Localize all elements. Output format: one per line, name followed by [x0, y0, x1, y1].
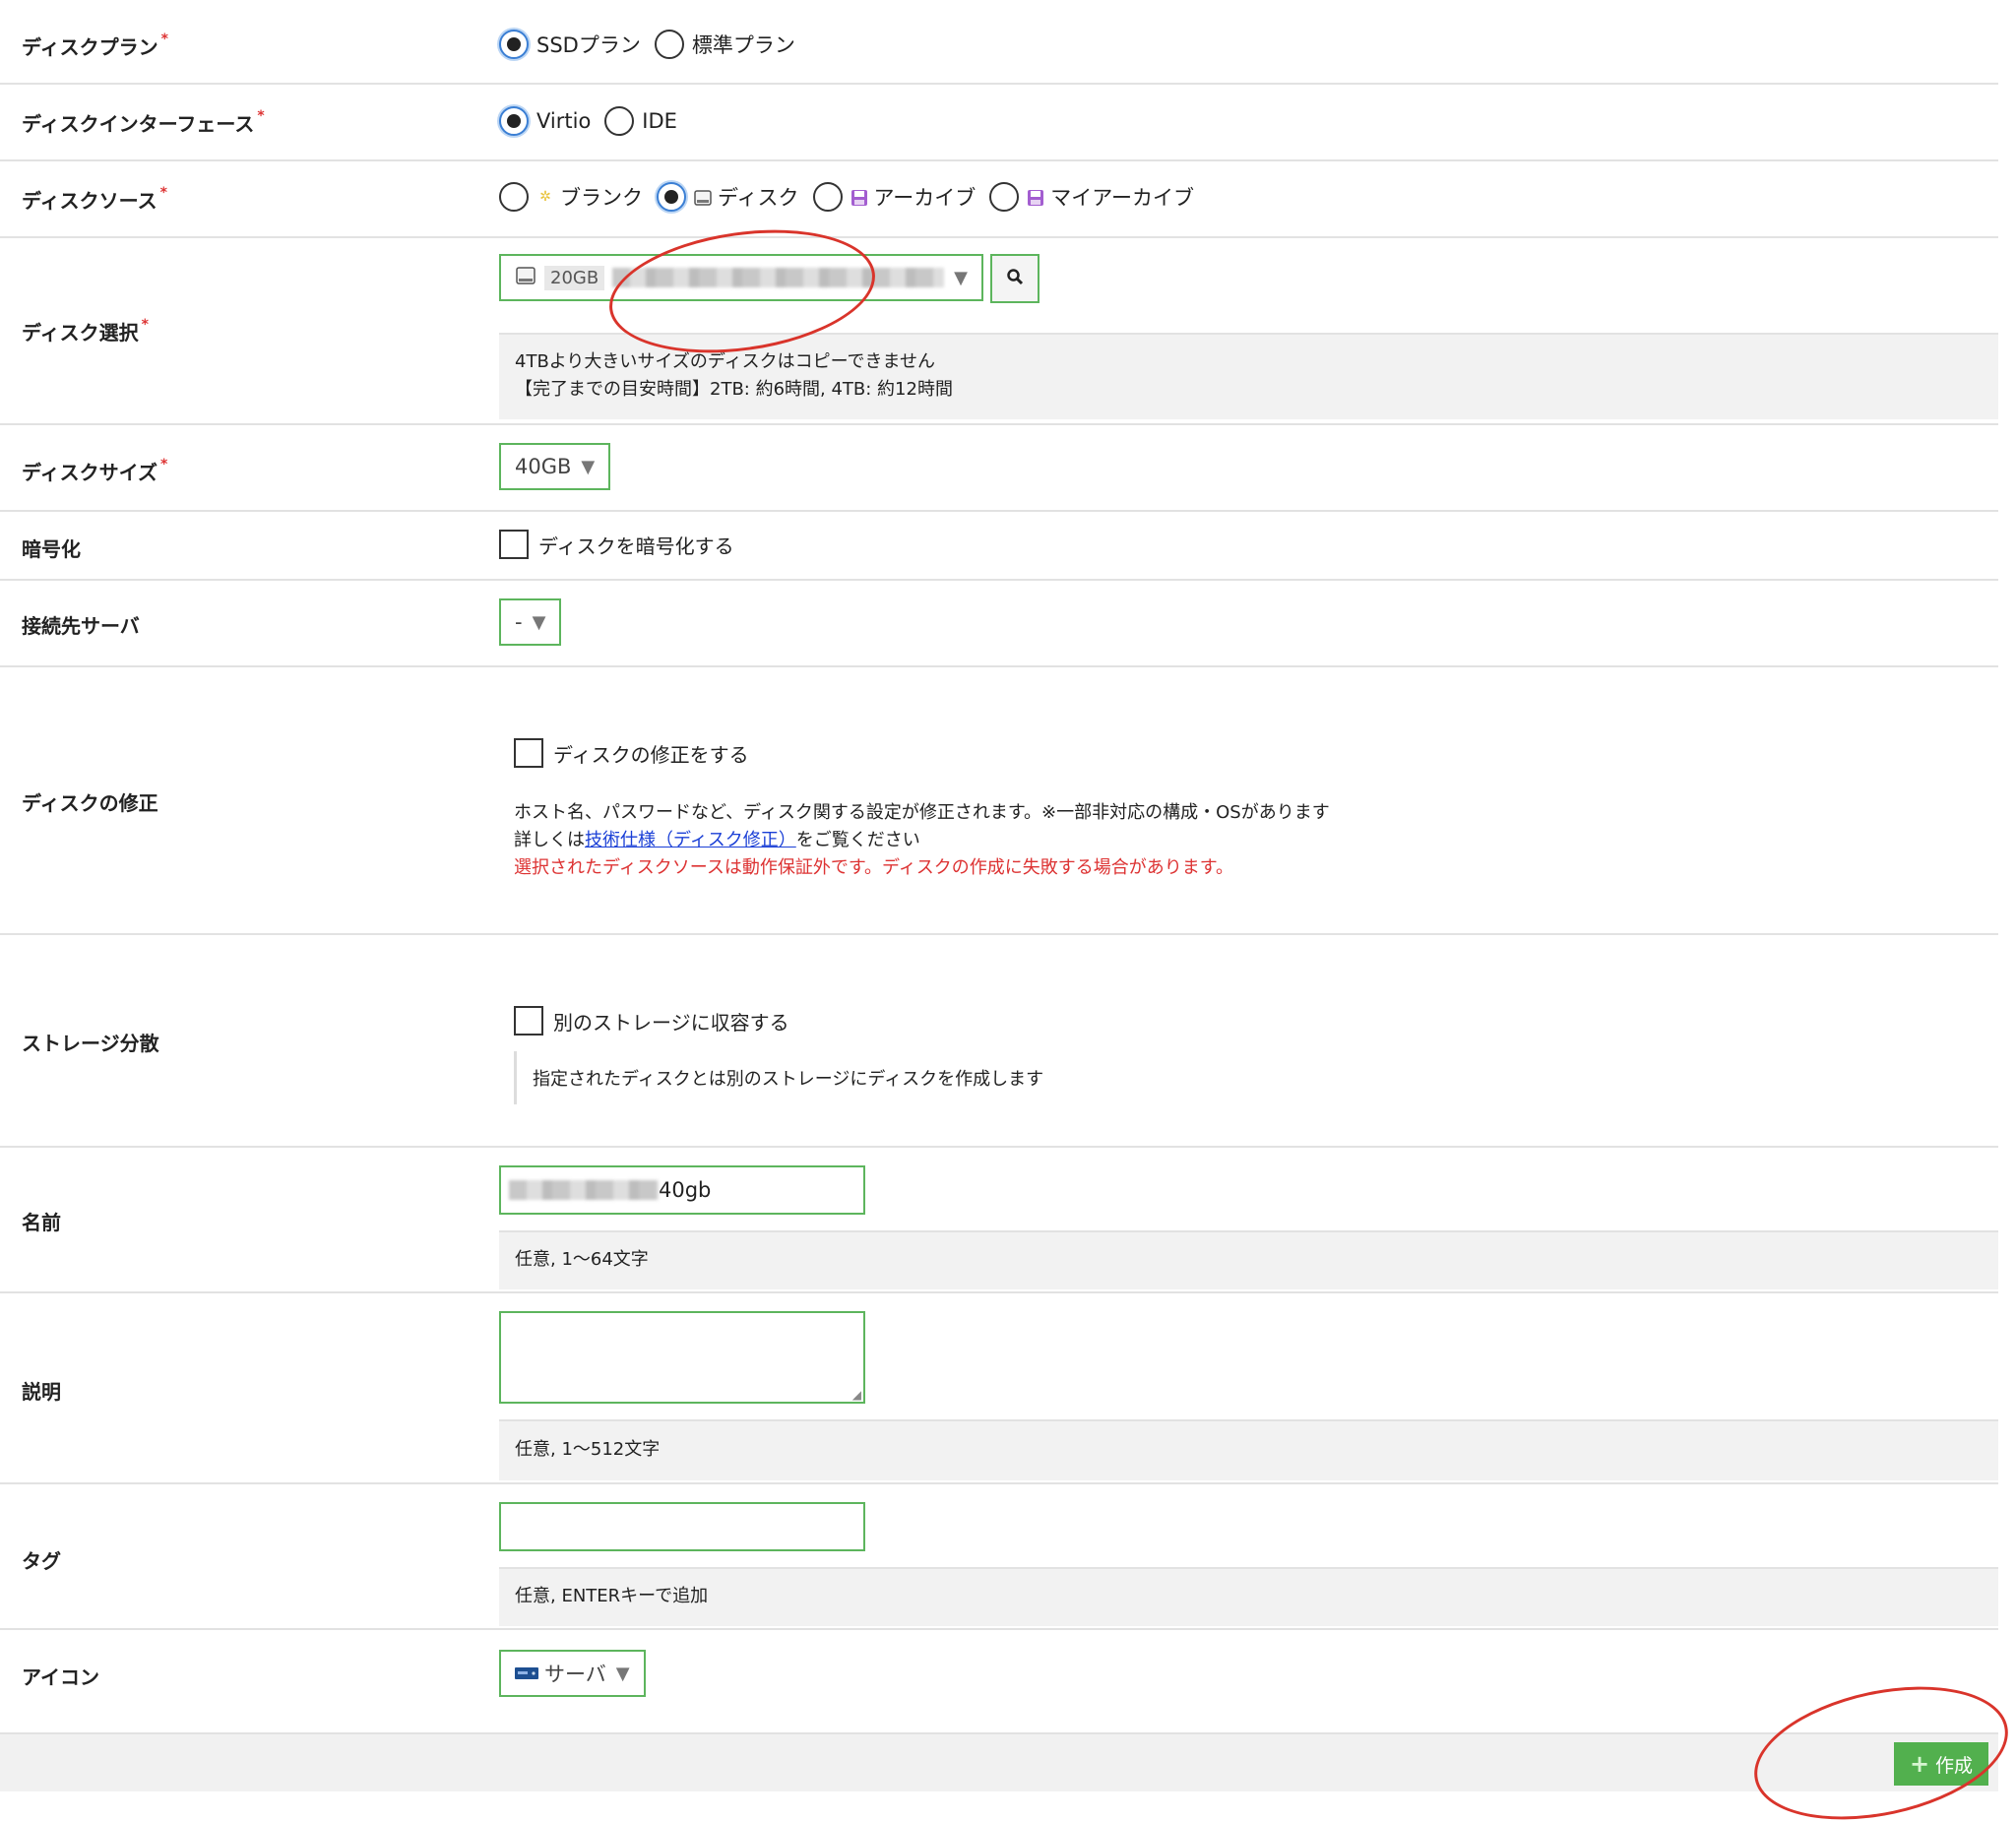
resize-handle-icon[interactable]: ◢ [852, 1388, 861, 1402]
row-disk-source: ディスクソース * ✲ ブランク ディスク アーカイブ マイアーカイブ [0, 161, 1998, 238]
sparkle-icon: ✲ [539, 189, 551, 205]
encryption-checkbox-line: ディスクを暗号化する [499, 530, 734, 559]
radio-label-virtio: Virtio [536, 109, 592, 133]
label-disk-select: ディスク選択 * [22, 317, 149, 345]
modify-checkbox[interactable] [514, 738, 543, 768]
row-disk-interface: ディスクインターフェース * Virtio IDE [0, 85, 1998, 161]
search-icon [1006, 267, 1024, 290]
chevron-down-icon: ▼ [581, 456, 596, 477]
row-description: 説明 ◢ 任意, 1〜512文字 [0, 1293, 1998, 1484]
modify-warning: 選択されたディスクソースは動作保証外です。ディスクの作成に失敗する場合があります… [514, 857, 1233, 878]
label-disk-interface: ディスクインターフェース * [22, 108, 265, 136]
name-input-value-suffix: 40gb [659, 1178, 712, 1202]
label-disk-size: ディスクサイズ * [22, 457, 168, 484]
encryption-checkbox-label: ディスクを暗号化する [538, 534, 734, 558]
chevron-down-icon: ▼ [532, 611, 546, 633]
disk-interface-radio-group: Virtio IDE [499, 103, 691, 139]
disk-icon [515, 265, 536, 291]
row-connected-server: 接続先サーバ - ▼ [0, 581, 1998, 667]
radio-ssd-plan[interactable] [499, 30, 529, 59]
row-storage-distribution: ストレージ分散 別のストレージに収容する 指定されたディスクとは別のストレージに… [0, 935, 1998, 1148]
modify-description: ホスト名、パスワードなど、ディスク関する設定が修正されます。※一部非対応の構成・… [514, 799, 1330, 882]
disk-icon [694, 188, 712, 206]
server-select-value: - [515, 610, 523, 634]
modify-checkbox-line: ディスクの修正をする [514, 738, 749, 768]
storage-checkbox-label: 別のストレージに収容する [553, 1010, 789, 1035]
row-tags: タグ 任意, ENTERキーで追加 [0, 1484, 1998, 1630]
disk-select-hint-line2: 【完了までの目安時間】2TB: 約6時間, 4TB: 約12時間 [515, 379, 953, 400]
name-input[interactable]: 40gb [499, 1165, 865, 1215]
label-disk-modify: ディスクの修正 [22, 791, 158, 815]
radio-label-standard-plan: 標準プラン [691, 33, 795, 57]
row-disk-plan: ディスクプラン * SSDプラン 標準プラン [0, 0, 1998, 85]
disk-source-radio-group: ✲ ブランク ディスク アーカイブ マイアーカイブ [499, 179, 1208, 215]
tags-hint: 任意, ENTERキーで追加 [499, 1567, 1998, 1626]
label-name: 名前 [22, 1211, 61, 1234]
row-disk-select: ディスク選択 * 20GB ▼ 4TBより大きいサイズのディスクはコピーできません… [0, 238, 1998, 425]
modify-desc-text: ホスト名、パスワードなど、ディスク関する設定が修正されます。※一部非対応の構成・… [514, 802, 1330, 823]
radio-source-archive[interactable] [812, 182, 843, 212]
chevron-down-icon: ▼ [954, 267, 968, 288]
radio-standard-plan[interactable] [654, 30, 684, 59]
radio-label-ssd-plan: SSDプラン [536, 33, 641, 57]
disk-plan-radio-group: SSDプラン 標準プラン [499, 27, 809, 62]
label-storage-distribution: ストレージ分散 [22, 1032, 159, 1055]
row-encryption: 暗号化 ディスクを暗号化する [0, 512, 1998, 581]
modify-detail-line: 詳しくは技術仕様（ディスク修正）をご覧ください [514, 827, 1330, 854]
radio-label-ide: IDE [642, 109, 677, 133]
modify-detail-prefix: 詳しくは [514, 830, 585, 850]
icon-select[interactable]: サーバ ▼ [499, 1650, 646, 1697]
description-hint: 任意, 1〜512文字 [499, 1419, 1998, 1480]
modify-detail-suffix: をご覧ください [795, 830, 920, 850]
disk-size-badge: 20GB [544, 265, 605, 290]
name-hint: 任意, 1〜64文字 [499, 1230, 1998, 1289]
redacted-name-prefix [509, 1180, 659, 1200]
row-icon: アイコン サーバ ▼ [0, 1630, 1998, 1732]
modify-checkbox-label: ディスクの修正をする [553, 742, 749, 767]
radio-label-disk: ディスク [718, 186, 799, 210]
storage-note: 指定されたディスクとは別のストレージにディスクを作成します [514, 1051, 1043, 1104]
label-disk-plan: ディスクプラン * [22, 31, 168, 59]
label-tags: タグ [22, 1549, 61, 1573]
storage-checkbox-line: 別のストレージに収容する [514, 1006, 789, 1036]
icon-select-value: サーバ [544, 1663, 606, 1686]
radio-source-blank[interactable] [499, 182, 529, 212]
label-disk-source: ディスクソース * [22, 185, 167, 213]
encryption-checkbox[interactable] [499, 530, 529, 559]
label-description: 説明 [22, 1380, 61, 1404]
disk-search-button[interactable] [990, 254, 1040, 303]
radio-label-archive: アーカイブ [873, 186, 976, 210]
radio-label-blank: ブランク [560, 186, 643, 210]
disk-size-value: 40GB [515, 455, 572, 478]
description-textarea[interactable]: ◢ [499, 1311, 865, 1404]
row-name: 名前 40gb 任意, 1〜64文字 [0, 1148, 1998, 1293]
disk-select-hint-line1: 4TBより大きいサイズのディスクはコピーできません [515, 351, 936, 372]
radio-source-disk[interactable] [657, 182, 686, 212]
tags-input[interactable] [499, 1502, 865, 1551]
label-icon: アイコン [22, 1665, 99, 1689]
radio-label-my-archive: マイアーカイブ [1050, 186, 1195, 210]
archive-icon [850, 188, 868, 206]
my-archive-icon [1027, 188, 1044, 206]
storage-checkbox[interactable] [514, 1006, 543, 1036]
disk-size-select[interactable]: 40GB ▼ [499, 443, 611, 490]
server-select[interactable]: - ▼ [499, 598, 562, 646]
chevron-down-icon: ▼ [615, 1663, 630, 1684]
row-disk-modify: ディスクの修正 ディスクの修正をする ホスト名、パスワードなど、ディスク関する設… [0, 667, 1998, 935]
label-encryption: 暗号化 [22, 537, 81, 561]
tech-spec-link[interactable]: 技術仕様（ディスク修正） [585, 830, 796, 850]
radio-ide[interactable] [604, 106, 635, 136]
radio-source-my-archive[interactable] [989, 182, 1020, 212]
form-footer: + 作成 [0, 1732, 1998, 1791]
row-disk-size: ディスクサイズ * 40GB ▼ [0, 425, 1998, 512]
server-icon [515, 1662, 538, 1685]
label-connected-server: 接続先サーバ [22, 614, 140, 638]
radio-virtio[interactable] [499, 106, 529, 136]
